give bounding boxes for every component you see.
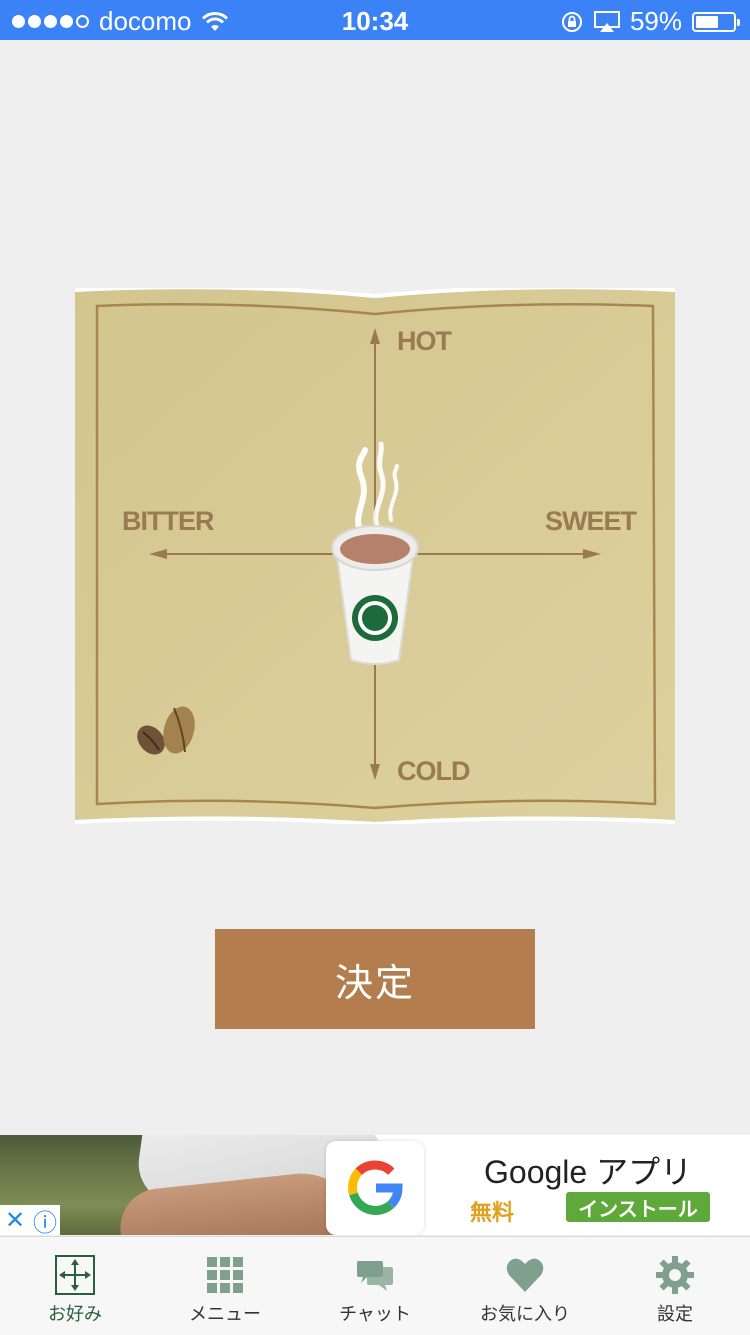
grid-icon (207, 1257, 243, 1293)
cold-label: COLD (397, 756, 470, 786)
status-bar: docomo 10:34 59% (0, 0, 750, 40)
ad-install-button[interactable]: インストール (566, 1192, 710, 1222)
airplay-icon (593, 10, 620, 32)
tab-label: お気に入り (480, 1304, 570, 1324)
ad-close-icon[interactable]: ✕ (0, 1206, 30, 1235)
ad-price: 無料 (470, 1200, 515, 1225)
taste-map[interactable]: HOT COLD BITTER SWEET (75, 288, 675, 824)
ad-title: Google アプリ (484, 1154, 693, 1190)
google-logo-icon (326, 1141, 424, 1235)
bitter-label: BITTER (122, 506, 214, 536)
rotation-lock-icon (561, 11, 582, 32)
tab-menu[interactable]: メニュー (150, 1237, 300, 1335)
sweet-label: SWEET (545, 506, 637, 536)
taste-map-graphic (75, 288, 675, 824)
crosshair-arrows-icon (55, 1255, 95, 1295)
tab-chat[interactable]: チャット (300, 1237, 450, 1335)
chat-bubbles-icon (357, 1261, 393, 1291)
gear-icon (656, 1256, 694, 1294)
tab-settings[interactable]: 設定 (600, 1237, 750, 1335)
heart-icon (506, 1258, 544, 1292)
decide-button[interactable]: 決定 (215, 929, 535, 1029)
tab-label: メニュー (189, 1304, 261, 1324)
tab-favorites[interactable]: お気に入り (450, 1237, 600, 1335)
hot-label: HOT (397, 326, 452, 356)
ad-banner[interactable]: Google アプリ 無料 インストール ✕ ⓘ (0, 1135, 750, 1235)
ad-info-icon[interactable]: ⓘ (30, 1203, 60, 1236)
tab-preferences[interactable]: お好み (0, 1237, 150, 1335)
battery-percent: 59% (629, 6, 682, 36)
status-right: 59% (560, 6, 740, 37)
tab-label: お好み (48, 1304, 102, 1324)
tab-label: 設定 (657, 1304, 693, 1324)
battery-icon (692, 11, 740, 32)
ad-controls: ✕ ⓘ (0, 1205, 60, 1235)
tab-label: チャット (339, 1304, 411, 1324)
tab-bar: お好み メニュー チャット お気に入り 設定 (0, 1236, 750, 1335)
